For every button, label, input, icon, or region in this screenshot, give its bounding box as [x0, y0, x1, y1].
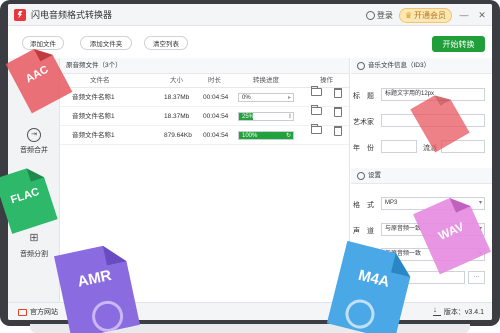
official-site-label: 官方网站	[30, 309, 58, 316]
row-size: 18.37Mb	[164, 113, 190, 120]
login-label: 登录	[376, 10, 393, 20]
row-size: 18.37Mb	[164, 94, 190, 101]
row-duration: 00:04:54	[203, 113, 229, 120]
add-folder-button[interactable]: 添加文件夹	[80, 36, 132, 50]
progress-text: 25%	[242, 114, 255, 120]
row-duration: 00:04:54	[203, 132, 229, 139]
download-icon	[432, 305, 441, 316]
row-filename: 音频文件名称1	[72, 113, 115, 120]
open-folder-icon[interactable]	[311, 105, 322, 115]
user-icon	[365, 10, 375, 20]
row-size: 879.64Kb	[164, 132, 192, 139]
headphones-icon	[357, 61, 365, 70]
vip-label: 开通会员	[414, 10, 446, 20]
col-progress: 转换进度	[253, 77, 279, 84]
gear-icon	[357, 171, 365, 180]
table-row[interactable]: 音频文件名称1 18.37Mb 00:04:54 0% ▸	[60, 86, 349, 107]
app-title: 闪电音频格式转换器	[31, 10, 113, 20]
open-folder-icon[interactable]	[311, 124, 322, 134]
year-input[interactable]	[381, 140, 417, 153]
progress-text: 100%	[242, 133, 258, 139]
close-button[interactable]: ✕	[476, 10, 488, 21]
progress-text: 0%	[242, 95, 251, 101]
clear-list-button[interactable]: 清空列表	[144, 36, 188, 50]
start-convert-button[interactable]: 开始转换	[432, 36, 485, 52]
year-label: 年 份	[353, 145, 374, 152]
channel-label: 声 道	[353, 228, 374, 235]
split-icon: ⊞	[29, 232, 39, 244]
col-filename: 文件名	[90, 77, 110, 84]
id3-header-label: 音乐文件信息（ID3）	[368, 61, 431, 69]
settings-header: 设置	[351, 168, 492, 184]
progress-bar: 0% ▸	[238, 93, 294, 102]
row-filename: 音频文件名称1	[72, 94, 115, 101]
version-label: 版本：v3.4.1	[443, 309, 484, 316]
row-filename: 音频文件名称1	[72, 132, 115, 139]
col-actions: 操作	[320, 77, 333, 84]
col-size: 大小	[170, 77, 183, 84]
table-row[interactable]: 音频文件名称1 879.64Kb 00:04:54 100% ↻	[60, 124, 349, 145]
file-table-header: 原音频文件（3个）	[60, 58, 349, 74]
delete-icon[interactable]	[334, 88, 342, 98]
login-button[interactable]: 登录	[365, 10, 393, 21]
titlebar-actions: 登录 ♛ 开通会员 — ✕	[365, 4, 488, 26]
stage: 闪电音频格式转换器 登录 ♛ 开通会员 — ✕ 添加文件 添加文件夹 清空列表 …	[0, 0, 500, 333]
delete-icon[interactable]	[334, 107, 342, 117]
merge-icon: ⇥	[27, 128, 41, 142]
title-label: 标 题	[353, 93, 374, 100]
sidebar-item-merge[interactable]: ⇥ 音频合并	[8, 128, 60, 155]
col-duration: 时长	[208, 77, 221, 84]
table-row[interactable]: 音频文件名称1 18.37Mb 00:04:54 25% ‖	[60, 105, 349, 126]
crown-icon: ♛	[404, 10, 412, 20]
id3-header: 音乐文件信息（ID3）	[351, 58, 492, 74]
progress-bar: 100% ↻	[238, 131, 294, 140]
toolbar: 添加文件 添加文件夹 清空列表 开始转换	[8, 32, 492, 58]
artist-label: 艺术家	[353, 119, 374, 126]
sidebar-item-label: 音频分割	[20, 251, 48, 258]
pause-icon: ‖	[288, 114, 291, 120]
progress-bar: 25% ‖	[238, 112, 294, 121]
lightning-logo-icon	[14, 8, 26, 21]
open-folder-icon[interactable]	[311, 86, 322, 96]
sidebar-item-split[interactable]: ⊞ 音频分割	[8, 232, 60, 259]
sidebar-item-label: 音频合并	[20, 147, 48, 154]
title-bar: 闪电音频格式转换器 登录 ♛ 开通会员 — ✕	[8, 4, 492, 26]
delete-icon[interactable]	[334, 126, 342, 136]
row-duration: 00:04:54	[203, 94, 229, 101]
vip-button[interactable]: ♛ 开通会员	[398, 7, 452, 23]
play-icon: ▸	[287, 95, 291, 101]
table-columns: 文件名 大小 时长 转换进度 操作	[60, 74, 349, 88]
format-label: 格 式	[353, 202, 374, 209]
version-info[interactable]: 版本：v3.4.1	[432, 305, 484, 317]
minimize-button[interactable]: —	[458, 10, 470, 20]
refresh-icon: ↻	[285, 133, 291, 139]
browse-folder-button[interactable]: ···	[468, 271, 485, 284]
official-site-link[interactable]: 官方网站	[18, 307, 58, 317]
monitor-icon	[18, 308, 27, 316]
settings-header-label: 设置	[368, 171, 381, 179]
